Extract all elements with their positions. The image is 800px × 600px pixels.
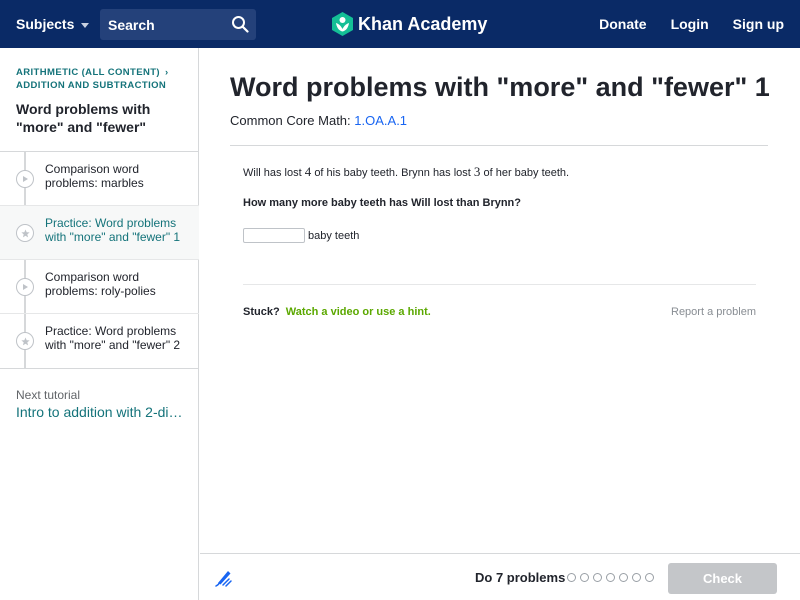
sidebar-item-label: Practice: Word problems with "more" and … (45, 216, 181, 244)
breadcrumb-arithmetic-label: ARITHMETIC (ALL CONTENT) (16, 67, 160, 78)
problem-text-b: of his baby teeth. Brynn has lost (314, 167, 471, 179)
problem-question: How many more baby teeth has Will lost t… (243, 197, 521, 209)
answer-unit: baby teeth (308, 229, 360, 242)
star-icon (16, 224, 34, 242)
problem-text-c: of her baby teeth. (483, 167, 570, 179)
tutorial-title: Word problems with "more" and "fewer" (16, 101, 151, 135)
exercise-area: Word problems with "more" and "fewer" 1 … (200, 48, 800, 553)
sidebar-item-label: Comparison word problems: marbles (45, 162, 144, 190)
progress-dots (567, 573, 658, 582)
problem-number-brynn: 3 (473, 164, 481, 179)
sidebar-item-marbles-video[interactable]: Comparison word problems: marbles (0, 152, 199, 206)
breadcrumb-addition-subtraction[interactable]: ADDITION AND SUBTRACTION (16, 80, 166, 91)
next-tutorial-link[interactable]: Intro to addition with 2-digit numbers (16, 404, 186, 420)
progress-dot (580, 573, 589, 582)
sidebar-divider (0, 368, 199, 369)
scratchpad-pencil-icon[interactable] (214, 567, 234, 587)
hint-link[interactable]: Watch a video or use a hint. (286, 306, 431, 318)
tutorial-sidebar: ARITHMETIC (ALL CONTENT) › ADDITION AND S… (0, 48, 199, 600)
sidebar-item-practice-1[interactable]: Practice: Word problems with "more" and … (0, 206, 199, 260)
next-tutorial: Next tutorial Intro to addition with 2-d… (16, 388, 186, 420)
problem-statement: Will has lost 4 of his baby teeth. Brynn… (243, 164, 569, 180)
sidebar-item-label: Comparison word problems: roly-polies (45, 270, 156, 298)
answer-input[interactable] (243, 228, 305, 243)
search-input[interactable] (100, 16, 220, 33)
leaf-logo-icon (332, 12, 353, 36)
progress-dot (645, 573, 654, 582)
progress-dot (606, 573, 615, 582)
sidebar-item-roly-polies-video[interactable]: Comparison word problems: roly-polies (0, 260, 199, 314)
title-divider (230, 145, 768, 146)
do-problems-label: Do 7 problems (475, 570, 566, 585)
top-nav: Subjects Khan Academy Donate Login Sign … (0, 0, 800, 48)
page-title: Word problems with "more" and "fewer" 1 (230, 72, 770, 102)
khan-academy-logo[interactable]: Khan Academy (332, 0, 487, 48)
sidebar-item-practice-2[interactable]: Practice: Word problems with "more" and … (0, 314, 199, 368)
next-tutorial-label: Next tutorial (16, 388, 81, 402)
donate-link[interactable]: Donate (599, 16, 646, 32)
breadcrumb-addition-label: ADDITION AND SUBTRACTION (16, 80, 167, 91)
problem-number-will: 4 (304, 164, 312, 179)
common-core-standard: Common Core Math: 1.OA.A.1 (230, 113, 407, 128)
problem-text-a: Will has lost (243, 167, 302, 179)
login-link[interactable]: Login (671, 16, 709, 32)
subjects-label: Subjects (16, 16, 75, 32)
subjects-menu[interactable]: Subjects (16, 0, 90, 48)
chevron-right-icon: › (165, 67, 169, 78)
play-icon (16, 278, 34, 296)
chevron-down-icon (81, 22, 90, 28)
breadcrumb: ARITHMETIC (ALL CONTENT) › ADDITION AND S… (0, 48, 198, 92)
tutorial-steps: Comparison word problems: marbles Practi… (0, 152, 199, 368)
sidebar-item-label: Practice: Word problems with "more" and … (45, 324, 181, 352)
check-button[interactable]: Check (668, 563, 777, 594)
progress-dot (593, 573, 602, 582)
progress-dot (619, 573, 628, 582)
common-core-link[interactable]: 1.OA.A.1 (354, 113, 407, 128)
play-icon (16, 170, 34, 188)
answer-row: baby teeth (243, 228, 359, 243)
common-core-label: Common Core Math: (230, 113, 351, 128)
stuck-prompt: Stuck? Watch a video or use a hint. (243, 306, 431, 318)
progress-dot (632, 573, 641, 582)
stuck-label: Stuck? (243, 306, 280, 318)
search-icon[interactable] (231, 15, 249, 33)
breadcrumb-arithmetic[interactable]: ARITHMETIC (ALL CONTENT) (16, 67, 160, 78)
star-icon (16, 332, 34, 350)
logo-text: Khan Academy (358, 13, 488, 34)
progress-dot (567, 573, 576, 582)
exercise-footer: Do 7 problems Check (200, 553, 800, 600)
signup-link[interactable]: Sign up (733, 16, 784, 32)
account-nav: Donate Login Sign up (575, 0, 784, 48)
hint-divider (243, 284, 756, 285)
report-problem-link[interactable]: Report a problem (671, 306, 756, 318)
search-box (100, 9, 256, 40)
